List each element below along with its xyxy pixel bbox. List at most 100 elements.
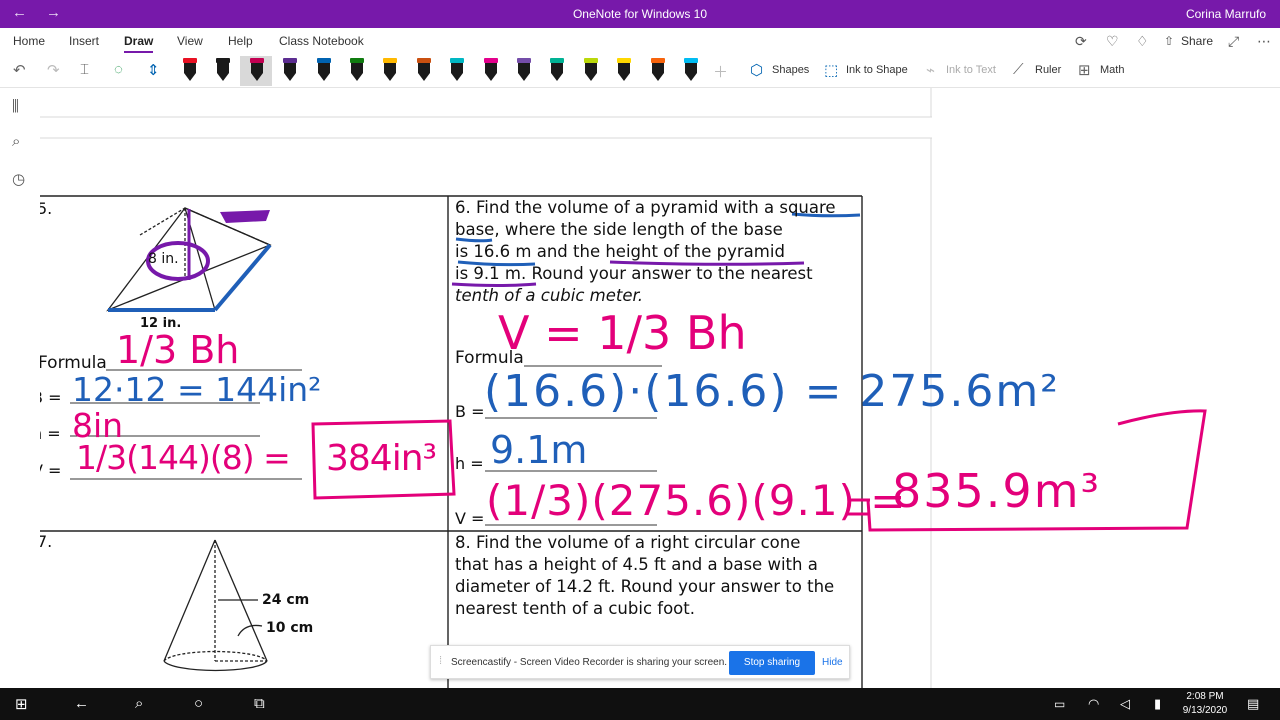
ruler-button[interactable]: Ruler (1035, 64, 1061, 76)
task-view-icon[interactable]: ⧉ (254, 695, 265, 712)
recent-icon[interactable]: ◷ (12, 170, 25, 188)
tab-help[interactable]: Help (228, 34, 253, 48)
p5-b-label: B = (40, 388, 62, 407)
pen-14[interactable] (616, 58, 632, 82)
notebooks-icon[interactable]: ⫼ (12, 98, 19, 115)
windows-start-icon[interactable]: ⊞ (15, 695, 28, 713)
share-icon: ⇧ (1164, 34, 1175, 48)
more-options-icon[interactable]: ⋯ (1257, 33, 1271, 50)
pen-1[interactable] (182, 58, 198, 82)
tab-draw[interactable]: Draw (124, 34, 154, 53)
problem-6-line-2: base, where the side length of the base (455, 220, 783, 239)
problem-6-line-4: is 9.1 m. Round your answer to the neare… (455, 264, 813, 283)
ink-p6-height[interactable]: 9.1m (490, 428, 587, 472)
hide-button[interactable]: Hide (822, 657, 843, 668)
problem-7-number: 7. (40, 532, 53, 551)
pen-11[interactable] (516, 58, 532, 82)
pyramid-height-label: 8 in. (148, 251, 179, 267)
share-button[interactable]: Share (1181, 34, 1213, 48)
taskbar-search-icon[interactable]: ⌕ (135, 695, 143, 712)
tab-insert[interactable]: Insert (69, 34, 99, 48)
pen-16[interactable] (683, 58, 699, 82)
tab-home[interactable]: Home (13, 34, 45, 48)
cone-radius-label: 10 cm (266, 620, 314, 636)
keyboard-icon[interactable]: ▭ (1054, 697, 1065, 711)
pen-7[interactable] (382, 58, 398, 82)
add-space-icon[interactable]: ⇕ (147, 61, 160, 79)
problem-6-line-5: tenth of a cubic meter. (455, 286, 644, 305)
title-bar: ← → OneNote for Windows 10 Corina Marruf… (0, 0, 1280, 28)
cortana-icon[interactable]: ○ (194, 695, 203, 712)
window-title: OneNote for Windows 10 (572, 7, 708, 21)
pen-15[interactable] (650, 58, 666, 82)
undo-icon[interactable]: ↶ (13, 61, 26, 79)
pen-9[interactable] (449, 58, 465, 82)
problem-8-line-3: diameter of 14.2 ft. Round your answer t… (455, 577, 835, 596)
tab-view[interactable]: View (177, 34, 203, 48)
tab-class-notebook[interactable]: Class Notebook (279, 34, 364, 48)
taskbar-back-icon[interactable]: ← (74, 695, 89, 712)
screen-share-notice: ⁞ Screencastify - Screen Video Recorder … (430, 645, 850, 679)
expand-icon[interactable]: ⤢ (1228, 33, 1239, 50)
cone-figure (163, 539, 268, 672)
user-name[interactable]: Corina Marrufo (1186, 7, 1266, 21)
ink-to-shape-button[interactable]: Ink to Shape (846, 64, 908, 76)
ink-p5-base[interactable]: 12·12 = 144in² (72, 370, 321, 409)
type-select-icon[interactable]: ⌶ (80, 61, 89, 78)
note-canvas[interactable]: 5. 8 in. 12 in. Formula B = h = V = 6. F… (40, 88, 1280, 688)
ink-p6-answer[interactable]: 835.9m³ (892, 464, 1101, 518)
wifi-icon[interactable]: ◠ (1088, 696, 1099, 712)
pen-4[interactable] (282, 58, 298, 82)
ink-p5-formula[interactable]: 1/3 Bh (116, 328, 239, 372)
pen-12[interactable] (549, 58, 565, 82)
stop-sharing-button[interactable]: Stop sharing (729, 651, 815, 675)
pen-6[interactable] (349, 58, 365, 82)
ink-to-text-button[interactable]: Ink to Text (946, 64, 996, 76)
shapes-icon: ⬡ (750, 62, 764, 79)
ink-p5-volume[interactable]: 1/3(144)(8) = (76, 438, 291, 477)
pen-3[interactable] (249, 58, 265, 82)
p6-h-label: h = (455, 454, 484, 473)
ink-p6-base[interactable]: (16.6)·(16.6) = 275.6m² (484, 366, 1060, 417)
add-pen-icon[interactable]: ＋ (713, 61, 728, 82)
math-button[interactable]: Math (1100, 64, 1124, 76)
p6-b-label: B = (455, 402, 485, 421)
problem-6-line-1: Find the volume of a pyramid with a squa… (476, 198, 836, 217)
ribbon-tabs: Home Insert Draw View Help Class Noteboo… (0, 28, 1280, 54)
ink-p6-volume[interactable]: (1/3)(275.6)(9.1) = (486, 476, 906, 525)
problem-8-line-1: Find the volume of a right circular cone (476, 533, 801, 552)
lasso-select-icon[interactable]: ◌ (114, 61, 123, 78)
problem-6-number: 6. (455, 198, 471, 217)
clock-time: 2:08 PM (1186, 691, 1224, 702)
shapes-button[interactable]: Shapes (772, 64, 809, 76)
pen-8[interactable] (416, 58, 432, 82)
p6-v-label: V = (455, 509, 485, 528)
sync-icon[interactable]: ⟳ (1075, 33, 1087, 50)
cone-height-label: 24 cm (262, 592, 310, 608)
pen-2[interactable] (215, 58, 231, 82)
left-nav: ⫼ ⌕ ◷ (0, 88, 40, 688)
taskbar: ⊞ ← ⌕ ○ ⧉ ▭ ◠ ◁ ▮ 2:08 PM 9/13/2020 ▤ (0, 688, 1280, 720)
ink-p6-formula[interactable]: V = 1/3 Bh (498, 306, 747, 360)
problem-6-line-3: is 16.6 m and the height of the pyramid (455, 242, 785, 261)
search-icon[interactable]: ⌕ (12, 133, 20, 150)
p5-h-label: h = (40, 424, 61, 443)
clock-date: 9/13/2020 (1182, 705, 1228, 716)
redo-icon[interactable]: ↷ (47, 61, 60, 79)
battery-icon[interactable]: ▮ (1154, 696, 1161, 712)
drag-handle-icon[interactable]: ⁞ (439, 655, 442, 667)
ink-p5-answer[interactable]: 384in³ (326, 438, 437, 479)
ink-to-text-icon: ⌁ (926, 62, 936, 79)
pen-10[interactable] (483, 58, 499, 82)
lightbulb-icon[interactable]: ♡ (1106, 33, 1119, 50)
volume-icon[interactable]: ◁ (1120, 696, 1130, 712)
p5-v-label: V = (40, 461, 62, 480)
ink-to-shape-icon: ⬚ (824, 62, 839, 79)
pen-5[interactable] (316, 58, 332, 82)
problem-8-number: 8. (455, 533, 471, 552)
taskbar-clock[interactable]: 2:08 PM 9/13/2020 (1175, 690, 1235, 718)
problem-8-line-2: that has a height of 4.5 ft and a base w… (455, 555, 818, 574)
bell-icon[interactable]: ♢ (1136, 33, 1149, 50)
action-center-icon[interactable]: ▤ (1247, 696, 1259, 712)
pen-13[interactable] (583, 58, 599, 82)
